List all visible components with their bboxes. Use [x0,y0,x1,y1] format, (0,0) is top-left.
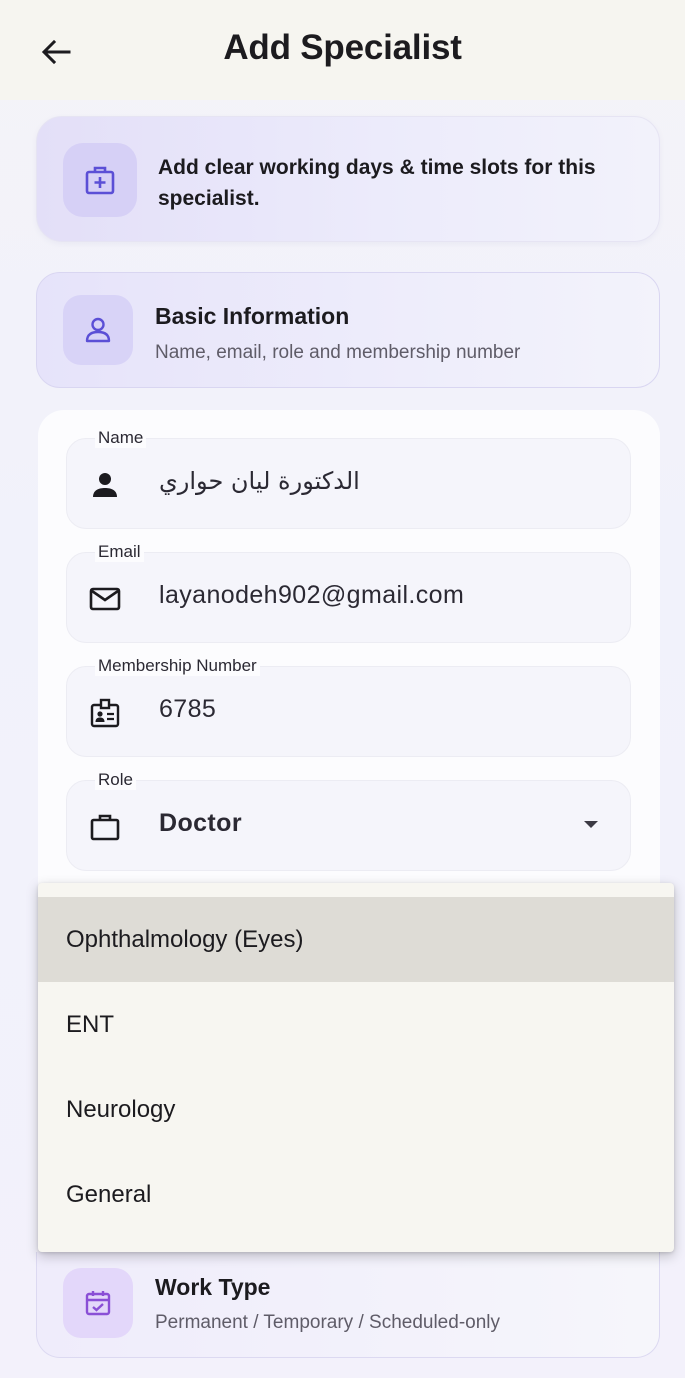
basic-info-section[interactable]: Basic Information Name, email, role and … [36,272,660,388]
banner-text: Add clear working days & time slots for … [158,156,596,210]
medical-bag-icon [85,166,115,195]
work-type-icon-box [63,1268,133,1338]
role-dropdown[interactable]: Doctor [66,780,631,871]
basic-info-subtitle: Name, email, role and membership number [155,342,521,363]
app-bar: Add Specialist [0,0,685,100]
menu-item-ent[interactable]: ENT [38,982,674,1067]
membership-number-label: Membership Number [95,656,260,676]
basic-info-icon-box [63,295,133,365]
page-title: Add Specialist [223,28,462,67]
membership-number-field[interactable]: 6785 [66,666,631,757]
mail-icon [89,583,121,615]
name-label: Name [95,428,147,448]
role-label: Role [95,770,136,790]
person-icon [85,317,111,343]
person-filled-icon [89,469,121,501]
name-field[interactable]: الدكتورة ليان حواري [66,438,631,529]
membership-number-value: 6785 [159,695,217,723]
specialty-dropdown-menu: Ophthalmology (Eyes) ENT Neurology Gener… [38,883,674,1252]
briefcase-icon [89,811,121,843]
calendar-check-icon [85,1291,111,1316]
email-field[interactable]: layanodeh902@gmail.com [66,552,631,643]
menu-item-neurology[interactable]: Neurology [38,1067,674,1152]
email-label: Email [95,542,144,562]
chevron-down-icon[interactable] [584,821,598,828]
role-value: Doctor [159,809,242,837]
info-banner: Add clear working days & time slots for … [36,116,660,242]
work-type-subtitle: Permanent / Temporary / Scheduled-only [155,1312,500,1333]
name-value: الدكتورة ليان حواري [159,467,360,495]
menu-item-ophthalmology[interactable]: Ophthalmology (Eyes) [38,897,674,982]
work-type-section[interactable]: Work Type Permanent / Temporary / Schedu… [36,1252,660,1358]
banner-icon-box [63,143,137,217]
badge-icon [89,697,121,729]
work-type-title: Work Type [155,1274,271,1300]
basic-info-title: Basic Information [155,303,350,329]
menu-item-general[interactable]: General [38,1152,674,1237]
email-value: layanodeh902@gmail.com [159,581,465,609]
